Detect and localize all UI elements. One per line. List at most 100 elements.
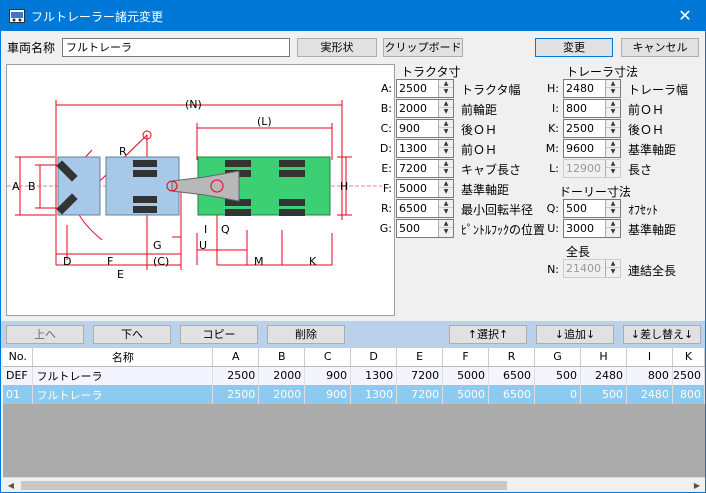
trailer-field-0[interactable]: 2480 ▲ ▼ (563, 79, 621, 98)
table-cell[interactable]: フルトレーラ (32, 366, 214, 385)
spinner-arrows-icon[interactable]: ▲ ▼ (605, 120, 620, 137)
spinner-arrows-icon[interactable]: ▲ ▼ (438, 120, 453, 137)
spinner-arrows-icon[interactable]: ▲ ▼ (438, 160, 453, 177)
trailer-field-1[interactable]: 800 ▲ ▼ (563, 99, 621, 118)
tractor-field-3[interactable]: 1300 ▲ ▼ (396, 139, 454, 158)
table-cell[interactable]: 900 (304, 385, 352, 404)
trailer-value-3: 9600 (566, 142, 594, 155)
tractor-field-1[interactable]: 2000 ▲ ▼ (396, 99, 454, 118)
table-cell[interactable]: 900 (304, 366, 352, 385)
spinner-arrows-icon[interactable]: ▲ ▼ (438, 180, 453, 197)
table-cell[interactable]: DEF (3, 366, 34, 385)
spinner-arrows-icon[interactable]: ▲ ▼ (438, 80, 453, 97)
tractor-desc-2: 後ＯＨ (461, 123, 498, 137)
table-cell[interactable]: 2480 (580, 366, 627, 385)
column-header[interactable]: I (626, 348, 673, 367)
copy-button[interactable]: コピー (180, 325, 258, 344)
scroll-thumb[interactable] (21, 481, 507, 490)
table-cell[interactable]: 1300 (350, 366, 398, 385)
change-button[interactable]: 変更 (535, 38, 613, 57)
column-header[interactable]: D (350, 348, 398, 367)
column-header[interactable]: G (534, 348, 581, 367)
column-header[interactable]: No. (3, 348, 34, 367)
dim-label-Q: Q (221, 223, 230, 236)
tractor-field-6[interactable]: 6500 ▲ ▼ (396, 199, 454, 218)
spinner-arrows-icon[interactable]: ▲ ▼ (605, 140, 620, 157)
column-header[interactable]: B (258, 348, 306, 367)
column-header[interactable]: 名称 (32, 348, 214, 367)
specs-table: No. 名称 A B C D E F R G H I K DEF フルトレーラ 2500 2000 900 130… (3, 348, 705, 404)
horizontal-scrollbar[interactable]: ◀ ▶ (3, 477, 705, 492)
table-cell[interactable]: 2000 (258, 385, 306, 404)
spinner-arrows-icon[interactable]: ▲ ▼ (438, 100, 453, 117)
tractor-key-6: R: (380, 202, 392, 215)
trailer-field-3[interactable]: 9600 ▲ ▼ (563, 139, 621, 158)
table-cell[interactable]: 500 (580, 385, 627, 404)
spinner-arrows-icon[interactable]: ▲ ▼ (605, 160, 620, 177)
column-header[interactable]: F (442, 348, 490, 367)
tractor-desc-6: 最小回転半径 (461, 203, 534, 217)
table-cell[interactable]: 1300 (350, 385, 398, 404)
close-icon[interactable]: ✕ (665, 1, 705, 31)
actual-shape-button[interactable]: 実形状 (297, 38, 377, 57)
delete-button[interactable]: 削除 (267, 325, 345, 344)
dolly-field-1[interactable]: 3000 ▲ ▼ (563, 219, 621, 238)
table-cell[interactable]: 5000 (442, 366, 490, 385)
table-cell[interactable]: 0 (534, 385, 581, 404)
table-cell[interactable]: 800 (626, 366, 673, 385)
table-cell[interactable]: 2480 (626, 385, 673, 404)
vehicle-name-label: 車両名称 (7, 41, 56, 55)
table-cell[interactable]: 5000 (442, 385, 490, 404)
column-header[interactable]: K (672, 348, 705, 367)
table-row[interactable]: 01 フルトレーラ 2500 2000 900 1300 7200 5000 6500 0 500 2… (3, 385, 705, 404)
trailer-field-2[interactable]: 2500 ▲ ▼ (563, 119, 621, 138)
table-cell[interactable]: 2000 (258, 366, 306, 385)
tractor-field-0[interactable]: 2500 ▲ ▼ (396, 79, 454, 98)
column-header[interactable]: R (488, 348, 536, 367)
table-cell[interactable]: 2500 (212, 366, 260, 385)
spinner-arrows-icon[interactable]: ▲ ▼ (605, 220, 620, 237)
column-header[interactable]: H (580, 348, 627, 367)
spinner-arrows-icon[interactable]: ▲ ▼ (605, 200, 620, 217)
spinner-arrows-icon[interactable]: ▲ ▼ (438, 140, 453, 157)
table-cell[interactable]: 7200 (396, 366, 444, 385)
table-cell[interactable]: 2500 (212, 385, 260, 404)
select-button[interactable]: ↑選択↑ (449, 325, 527, 344)
table-cell[interactable]: 800 (672, 385, 705, 404)
move-up-button[interactable]: 上へ (6, 325, 84, 344)
table-cell[interactable]: 500 (534, 366, 581, 385)
cancel-button[interactable]: キャンセル (621, 38, 699, 57)
spinner-arrows-icon[interactable]: ▲ ▼ (605, 80, 620, 97)
replace-button[interactable]: ↓差し替え↓ (623, 325, 701, 344)
table-cell[interactable]: 6500 (488, 385, 536, 404)
tractor-field-7[interactable]: 500 ▲ ▼ (396, 219, 454, 238)
column-header[interactable]: C (304, 348, 352, 367)
table-cell[interactable]: 2500 (672, 366, 705, 385)
table-cell[interactable]: フルトレーラ (32, 385, 214, 404)
tractor-key-0: A: (380, 82, 392, 95)
table-cell[interactable]: 6500 (488, 366, 536, 385)
move-down-button[interactable]: 下へ (93, 325, 171, 344)
tractor-field-2[interactable]: 900 ▲ ▼ (396, 119, 454, 138)
scroll-right-icon[interactable]: ▶ (689, 478, 705, 493)
spinner-arrows-icon[interactable]: ▲ ▼ (605, 100, 620, 117)
tractor-value-1: 2000 (399, 102, 427, 115)
clipboard-button[interactable]: クリップボード (383, 38, 463, 57)
tractor-field-4[interactable]: 7200 ▲ ▼ (396, 159, 454, 178)
scroll-left-icon[interactable]: ◀ (3, 478, 19, 493)
column-header[interactable]: A (212, 348, 260, 367)
spinner-arrows-icon[interactable]: ▲ ▼ (438, 200, 453, 217)
trailer-heading: トレーラ寸法 (566, 65, 639, 79)
add-button[interactable]: ↓追加↓ (536, 325, 614, 344)
trailer-desc-4: 長さ (628, 163, 653, 177)
table-row[interactable]: DEF フルトレーラ 2500 2000 900 1300 7200 5000 6500 500 2… (3, 366, 705, 385)
spinner-arrows-icon[interactable]: ▲ ▼ (438, 220, 453, 237)
dim-label-H: H (340, 180, 349, 193)
vehicle-name-input[interactable]: フルトレーラ (62, 38, 290, 57)
table-cell[interactable]: 7200 (396, 385, 444, 404)
column-header[interactable]: E (396, 348, 444, 367)
tractor-field-5[interactable]: 5000 ▲ ▼ (396, 179, 454, 198)
specs-grid[interactable]: No. 名称 A B C D E F R G H I K DEF フルトレーラ 2500 2000 900 130… (3, 348, 705, 477)
table-cell[interactable]: 01 (3, 385, 34, 404)
dolly-field-0[interactable]: 500 ▲ ▼ (563, 199, 621, 218)
